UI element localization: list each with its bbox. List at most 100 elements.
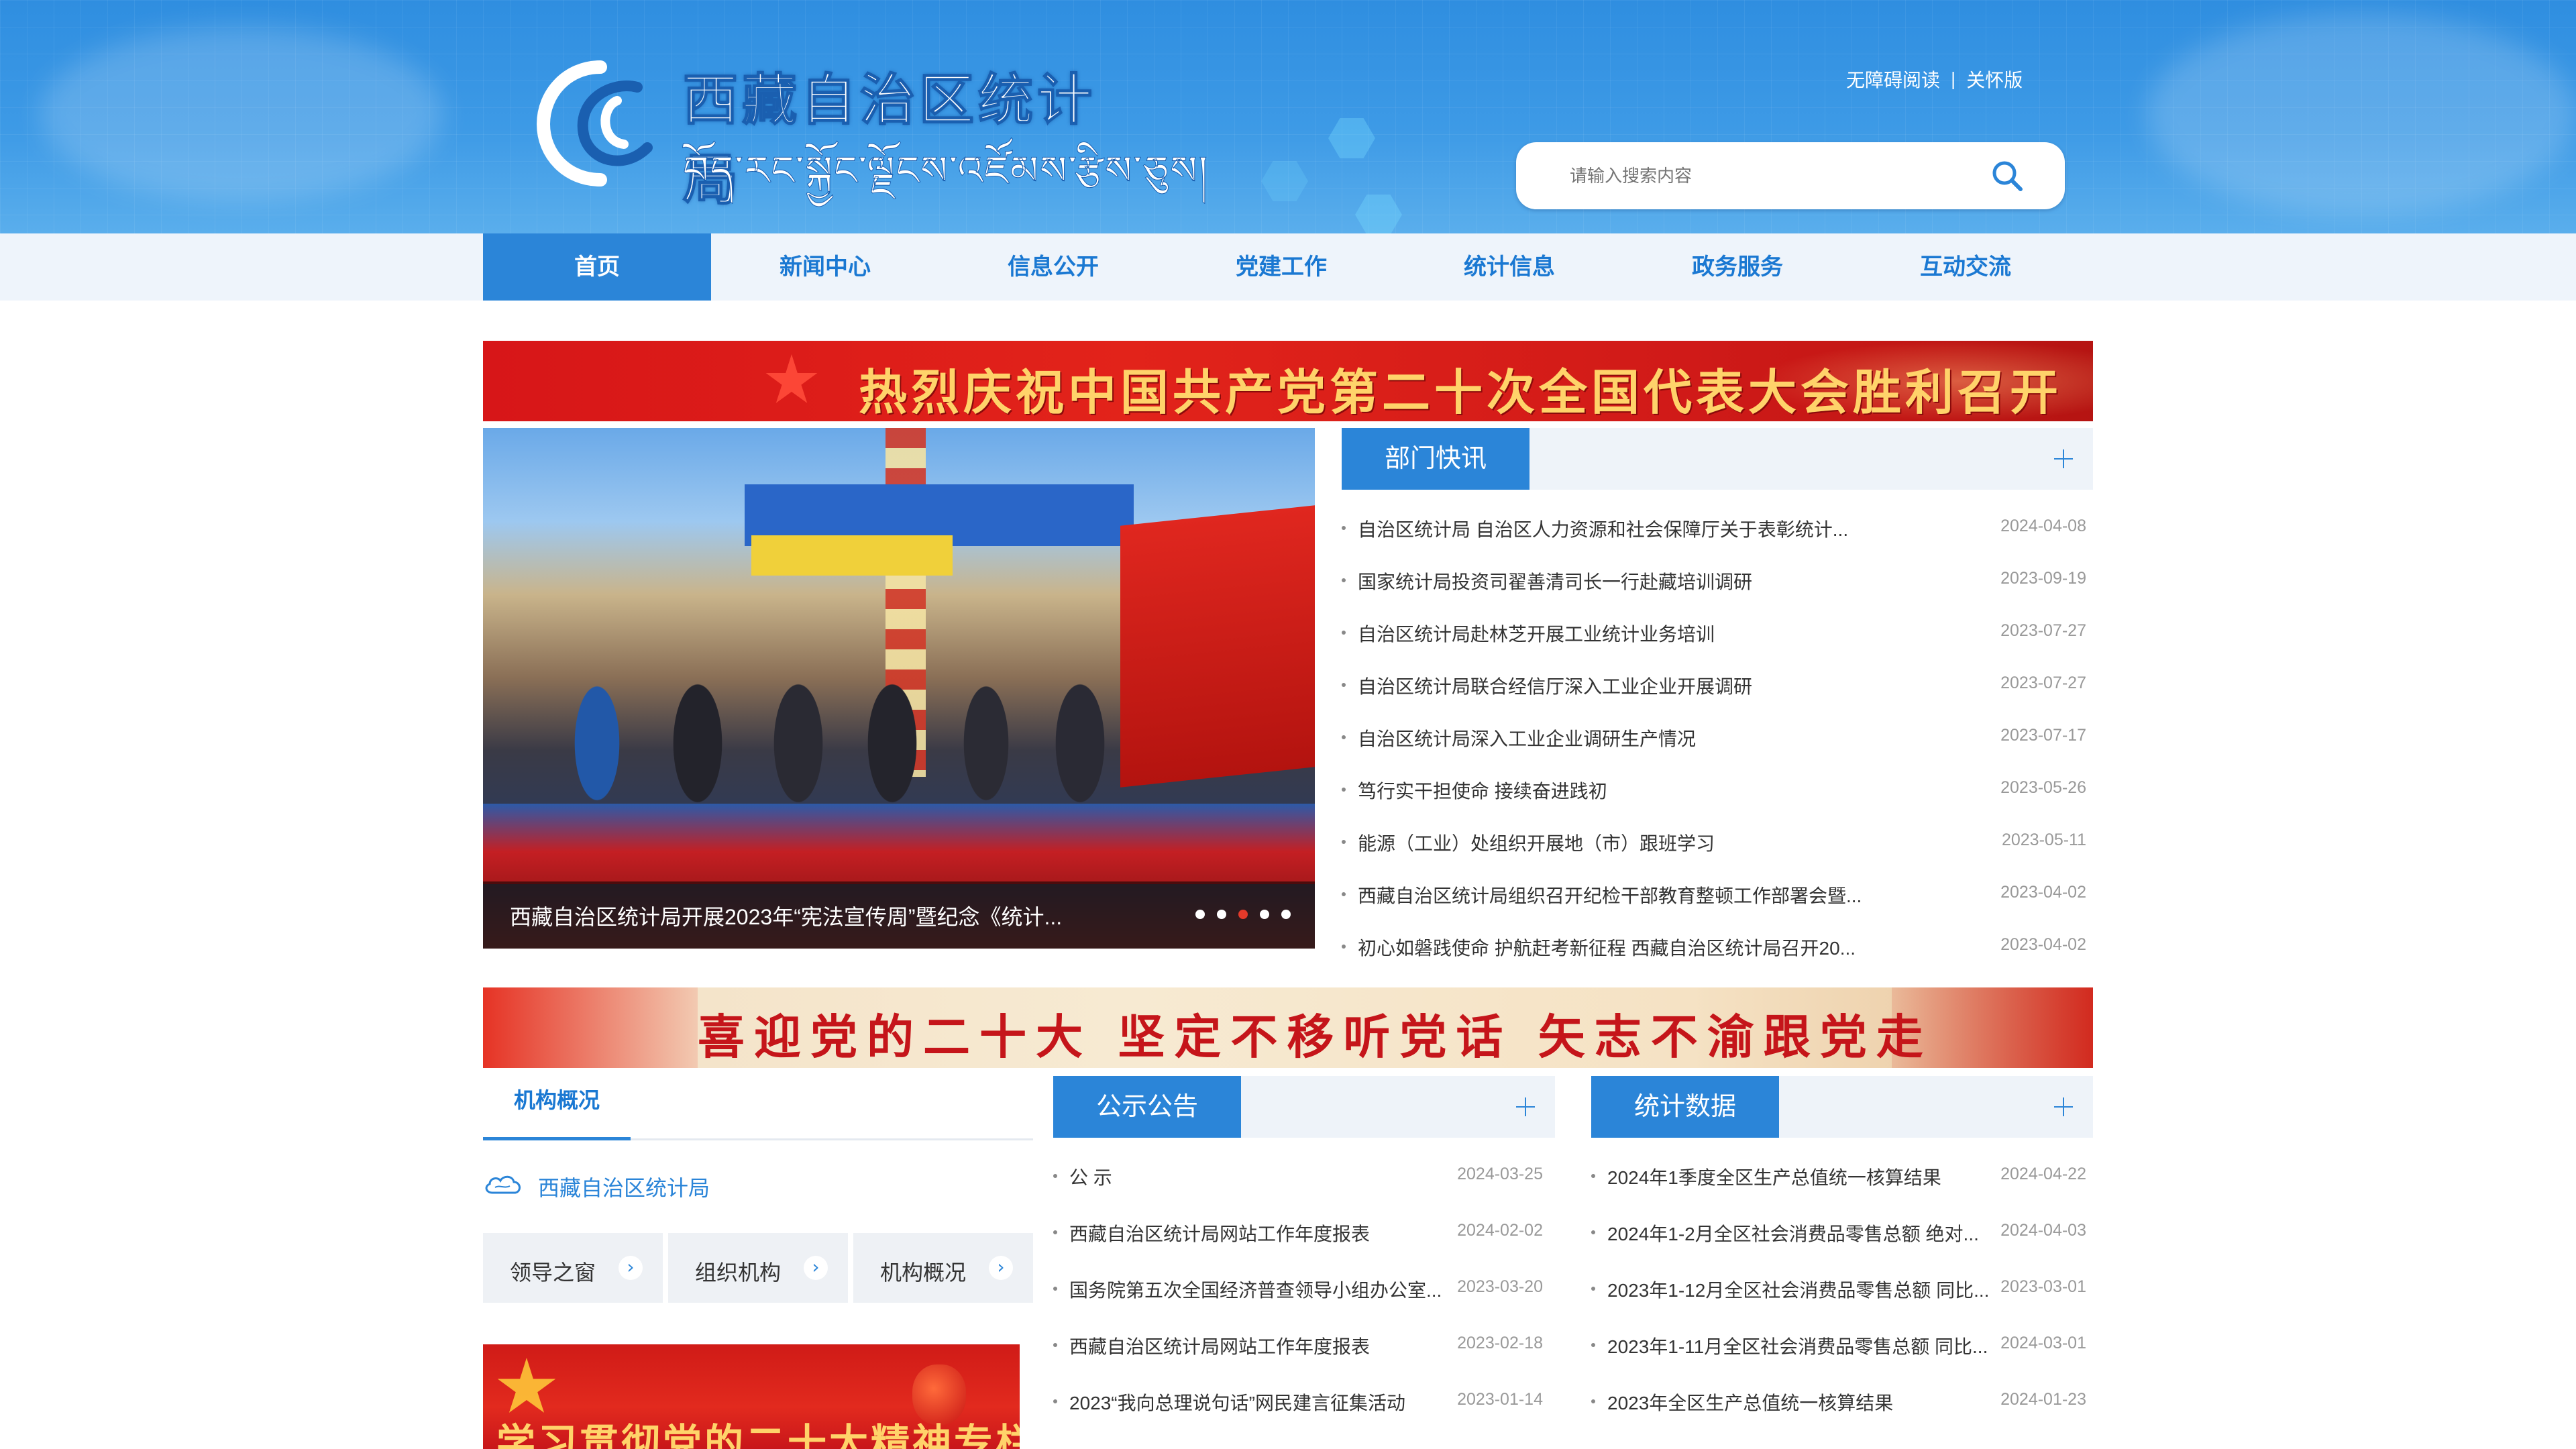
list-item[interactable]: 自治区统计局 自治区人力资源和社会保障厅关于表彰统计... 2024-04-08 xyxy=(1342,514,2086,541)
list-item[interactable]: 2023“我向总理说句话”网民建言征集活动 2023-01-14 xyxy=(1053,1387,1543,1414)
nav-item-news[interactable]: 新闻中心 xyxy=(711,233,939,301)
news-title: 国家统计局投资司翟善清司长一行赴藏培训调研 xyxy=(1358,572,1753,592)
nav-item-info-disclosure[interactable]: 信息公开 xyxy=(939,233,1167,301)
org-name[interactable]: 西藏自治区统计局 xyxy=(483,1169,818,1202)
news-date: 2023-05-26 xyxy=(2000,778,2086,797)
search-input[interactable] xyxy=(1570,162,1986,189)
list-item[interactable]: 国家统计局投资司翟善清司长一行赴藏培训调研 2023-09-19 xyxy=(1342,566,2086,593)
nav-item-gov-services[interactable]: 政务服务 xyxy=(1623,233,1851,301)
bullet-icon xyxy=(1591,1287,1595,1291)
stats-date: 2023-03-01 xyxy=(2000,1277,2086,1296)
search-box xyxy=(1516,142,2065,209)
list-item[interactable]: 西藏自治区统计局组织召开纪检干部教育整顿工作部署会暨... 2023-04-02 xyxy=(1342,880,2086,907)
site-logo[interactable]: 西藏自治区统计局 བོད་རང་སྐྱོང་ལྗོངས་འཛོམས་རྩིས་ཅ… xyxy=(537,55,1208,213)
bullet-icon xyxy=(1053,1287,1057,1291)
notice-tab[interactable]: 公示公告 xyxy=(1053,1076,1241,1138)
list-item[interactable]: 2023年1-12月全区社会消费品零售总额 同比... 2023-03-01 xyxy=(1591,1275,2086,1301)
dept-news-tab[interactable]: 部门快讯 xyxy=(1342,428,1529,490)
news-date: 2023-04-02 xyxy=(2000,883,2086,902)
slider-caption-bar: 西藏自治区统计局开展2023年“宪法宣传周”暨纪念《统计... xyxy=(483,881,1315,949)
list-item[interactable]: 2024年1季度全区生产总值统一核算结果 2024-04-22 xyxy=(1591,1162,2086,1189)
news-title: 自治区统计局赴林芝开展工业统计业务培训 xyxy=(1358,624,1715,645)
nav-item-statistics-info[interactable]: 统计信息 xyxy=(1395,233,1623,301)
list-item[interactable]: 能源（工业）处组织开展地（市）跟班学习 2023-05-11 xyxy=(1342,828,2086,855)
nav-item-home[interactable]: 首页 xyxy=(483,233,711,301)
org-name-label: 西藏自治区统计局 xyxy=(538,1176,710,1200)
logo-title-tibetan: བོད་རང་སྐྱོང་ལྗོངས་འཛོམས་རྩིས་ཅུས། xyxy=(683,148,1209,195)
news-title: 西藏自治区统计局组织召开纪检干部教育整顿工作部署会暨... xyxy=(1358,885,1862,906)
list-item[interactable]: 自治区统计局深入工业企业调研生产情况 2023-07-17 xyxy=(1342,723,2086,750)
accessibility-link[interactable]: 无障碍阅读 xyxy=(1846,66,1940,93)
news-date: 2023-09-19 xyxy=(2000,569,2086,588)
study-column-banner[interactable]: 学习贯彻党的二十大精神专栏 xyxy=(483,1344,1020,1449)
organization-structure-button[interactable]: 组织机构 › xyxy=(668,1233,848,1303)
dept-news-header: 部门快讯 xyxy=(1342,428,2093,490)
list-item[interactable]: 2023年1-11月全区社会消费品零售总额 同比... 2024-03-01 xyxy=(1591,1331,2086,1358)
org-overview-tab[interactable]: 机构概况 xyxy=(483,1073,631,1140)
news-title: 自治区统计局联合经信厅深入工业企业开展调研 xyxy=(1358,676,1753,697)
bullet-icon xyxy=(1342,683,1346,687)
top-links: 无障碍阅读 | 关怀版 xyxy=(1846,66,2023,93)
nav-item-party-building[interactable]: 党建工作 xyxy=(1167,233,1395,301)
cloud-icon xyxy=(485,1175,521,1194)
list-item[interactable]: 自治区统计局赴林芝开展工业统计业务培训 2023-07-27 xyxy=(1342,619,2086,645)
list-item[interactable]: 笃行实干担使命 接续奋进践初 2023-05-26 xyxy=(1342,775,2086,802)
care-mode-link[interactable]: 关怀版 xyxy=(1966,66,2023,93)
slider-photo-people xyxy=(543,629,1161,830)
bullet-icon xyxy=(1342,892,1346,896)
org-overview-header: 机构概况 xyxy=(483,1073,1033,1140)
list-item[interactable]: 自治区统计局联合经信厅深入工业企业开展调研 2023-07-27 xyxy=(1342,671,2086,698)
notice-date: 2024-02-02 xyxy=(1457,1221,1543,1240)
slider-dot-active[interactable] xyxy=(1238,910,1248,919)
slider-photo-table xyxy=(483,804,1315,884)
bullet-icon xyxy=(1591,1230,1595,1234)
slider-photo-sign xyxy=(751,535,953,576)
bullet-icon xyxy=(1342,840,1346,844)
list-item[interactable]: 初心如磐践使命 护航赶考新征程 西藏自治区统计局召开20... 2023-04-… xyxy=(1342,932,2086,959)
list-item[interactable]: 2024年1-2月全区社会消费品零售总额 绝对... 2024-04-03 xyxy=(1591,1218,2086,1245)
stats-date: 2024-04-22 xyxy=(2000,1165,2086,1183)
bullet-icon xyxy=(1053,1343,1057,1347)
congress-celebration-banner[interactable]: 热烈庆祝中国共产党第二十次全国代表大会胜利召开 xyxy=(483,341,2093,421)
notice-title: 西藏自治区统计局网站工作年度报表 xyxy=(1069,1336,1371,1357)
notice-title: 2023“我向总理说句话”网民建言征集活动 xyxy=(1069,1393,1405,1413)
stats-title: 2023年1-11月全区社会消费品零售总额 同比... xyxy=(1607,1336,1988,1357)
org-button-label: 领导之窗 xyxy=(510,1260,596,1285)
leaders-window-button[interactable]: 领导之窗 › xyxy=(483,1233,663,1303)
slider-dot[interactable] xyxy=(1281,910,1291,919)
news-date: 2024-04-08 xyxy=(2000,517,2086,535)
notice-title: 公 示 xyxy=(1069,1167,1112,1188)
slider-dots xyxy=(1195,910,1291,919)
news-title: 初心如磐践使命 护航赶考新征程 西藏自治区统计局召开20... xyxy=(1358,938,1856,959)
plus-icon[interactable] xyxy=(2051,1095,2076,1119)
news-date: 2023-04-02 xyxy=(2000,935,2086,954)
list-item[interactable]: 公 示 2024-03-25 xyxy=(1053,1162,1543,1189)
header-cloud-decoration xyxy=(2147,13,2576,215)
bullet-icon xyxy=(1591,1174,1595,1178)
banner-text: 学习贯彻党的二十大精神专栏 xyxy=(496,1420,1020,1449)
slider-caption[interactable]: 西藏自治区统计局开展2023年“宪法宣传周”暨纪念《统计... xyxy=(510,900,1062,931)
plus-icon[interactable] xyxy=(2051,447,2076,471)
news-date: 2023-05-11 xyxy=(2001,830,2086,849)
list-item[interactable]: 西藏自治区统计局网站工作年度报表 2023-02-18 xyxy=(1053,1331,1543,1358)
nav-items: 首页 新闻中心 信息公开 党建工作 统计信息 政务服务 互动交流 xyxy=(483,233,2093,301)
notice-date: 2023-01-14 xyxy=(1457,1390,1543,1409)
star-icon xyxy=(765,354,818,403)
notice-list: 公 示 2024-03-25 西藏自治区统计局网站工作年度报表 2024-02-… xyxy=(1053,1162,1543,1417)
slider-dot[interactable] xyxy=(1260,910,1269,919)
news-slider[interactable]: 西藏自治区统计局开展2023年“宪法宣传周”暨纪念《统计... xyxy=(483,428,1315,949)
notice-header: 公示公告 xyxy=(1053,1076,1555,1138)
slider-dot[interactable] xyxy=(1195,910,1205,919)
list-item[interactable]: 2023年全区生产总值统一核算结果 2024-01-23 xyxy=(1591,1387,2086,1414)
org-overview-button[interactable]: 机构概况 › xyxy=(853,1233,1033,1303)
bullet-icon xyxy=(1591,1399,1595,1403)
search-icon[interactable] xyxy=(1990,158,2025,193)
chevron-right-icon: › xyxy=(619,1256,643,1280)
slider-dot[interactable] xyxy=(1217,910,1226,919)
list-item[interactable]: 西藏自治区统计局网站工作年度报表 2024-02-02 xyxy=(1053,1218,1543,1245)
party-slogan-banner[interactable]: 喜迎党的二十大 坚定不移听党话 矢志不渝跟党走 xyxy=(483,987,2093,1068)
plus-icon[interactable] xyxy=(1513,1095,1538,1119)
stats-data-tab[interactable]: 统计数据 xyxy=(1591,1076,1779,1138)
nav-item-interaction[interactable]: 互动交流 xyxy=(1851,233,2080,301)
list-item[interactable]: 国务院第五次全国经济普查领导小组办公室... 2023-03-20 xyxy=(1053,1275,1543,1301)
